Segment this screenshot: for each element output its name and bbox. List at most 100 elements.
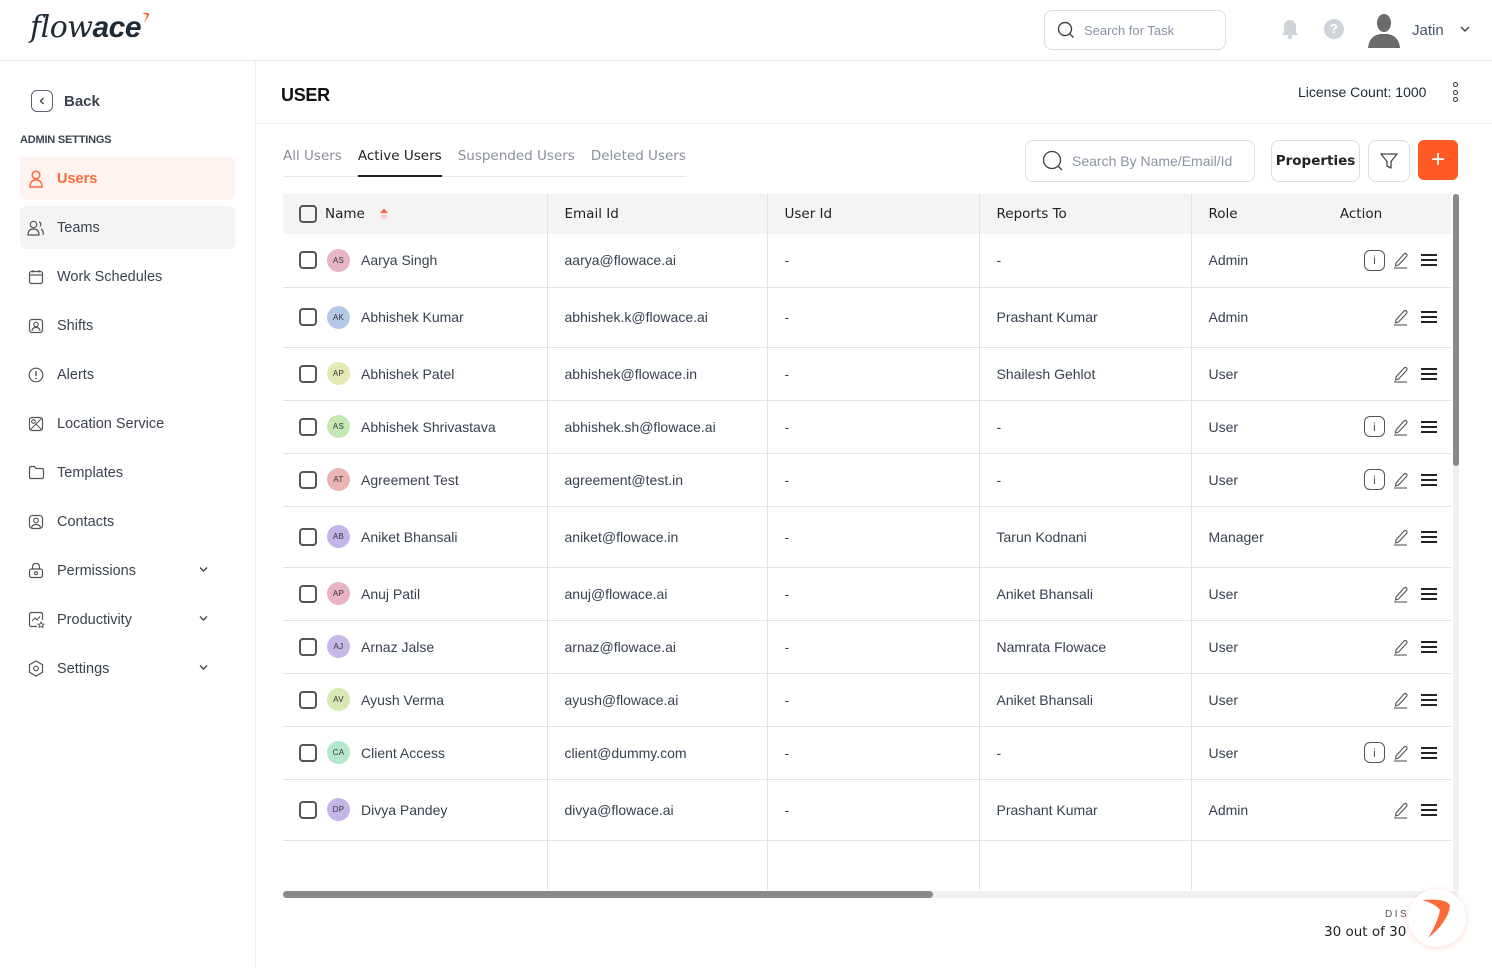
user-name[interactable]: Agreement Test <box>361 472 459 488</box>
column-name[interactable]: Name <box>283 194 548 234</box>
user-name[interactable]: Aniket Bhansali <box>361 529 458 545</box>
edit-icon[interactable] <box>1393 691 1409 709</box>
row-checkbox[interactable] <box>299 584 317 603</box>
user-name[interactable]: Jatin <box>1412 22 1444 39</box>
user-search-input[interactable] <box>1072 153 1252 169</box>
help-icon[interactable]: ? <box>1324 19 1344 39</box>
more-options-icon[interactable] <box>1451 82 1459 102</box>
row-checkbox[interactable] <box>299 527 317 546</box>
vertical-scrollbar[interactable] <box>1453 194 1459 890</box>
table-row[interactable]: AJ Arnaz Jalse arnaz@flowace.ai - Namrata Fl… <box>283 620 1451 674</box>
scroll-thumb[interactable] <box>283 891 933 898</box>
sidebar-item-shifts[interactable]: Shifts <box>20 304 235 347</box>
drag-menu-icon[interactable] <box>1421 587 1437 600</box>
table-row[interactable]: AB Aniket Bhansali aniket@flowace.in - Tarun… <box>283 506 1451 568</box>
table-row[interactable]: AK Abhishek Kumar abhishek.k@flowace.ai - Pr… <box>283 287 1451 348</box>
drag-menu-icon[interactable] <box>1421 420 1437 433</box>
flowace-assistant-button[interactable] <box>1408 889 1466 947</box>
table-row[interactable]: AS Aarya Singh aarya@flowace.ai - - Admin i <box>283 234 1451 288</box>
add-user-button[interactable]: + <box>1418 140 1458 180</box>
row-checkbox[interactable] <box>299 743 317 762</box>
bell-icon[interactable] <box>1280 18 1300 40</box>
info-icon[interactable]: i <box>1364 249 1385 271</box>
drag-menu-icon[interactable] <box>1421 530 1437 543</box>
sidebar-item-location-service[interactable]: Location Service <box>20 402 235 445</box>
table-row[interactable]: AV Ayush Verma ayush@flowace.ai - Aniket Bha… <box>283 673 1451 727</box>
name-cell: AB Aniket Bhansali <box>283 506 548 568</box>
table-row[interactable]: AT Agreement Test agreement@test.in - - User i <box>283 453 1451 507</box>
horizontal-scrollbar[interactable] <box>283 891 1458 898</box>
task-search-input[interactable] <box>1084 22 1214 38</box>
drag-menu-icon[interactable] <box>1421 311 1437 323</box>
edit-icon[interactable] <box>1393 418 1409 436</box>
properties-button[interactable]: Properties <box>1271 140 1360 182</box>
sort-icon[interactable] <box>379 207 389 221</box>
user-name[interactable]: Abhishek Kumar <box>361 309 464 325</box>
drag-menu-icon[interactable] <box>1421 640 1437 653</box>
drag-menu-icon[interactable] <box>1421 473 1437 486</box>
row-checkbox[interactable] <box>299 690 317 709</box>
tab-suspended-users[interactable]: Suspended Users <box>458 145 575 177</box>
user-name[interactable]: Anuj Patil <box>361 586 420 602</box>
user-name[interactable]: Client Access <box>361 745 445 761</box>
drag-menu-icon[interactable] <box>1421 367 1437 380</box>
info-icon[interactable]: i <box>1364 742 1385 763</box>
sidebar-item-templates[interactable]: Templates <box>20 451 235 494</box>
flowace-logo-icon <box>1422 899 1450 938</box>
sidebar-item-contacts[interactable]: Contacts <box>20 500 235 543</box>
table-row[interactable]: AP Abhishek Patel abhishek@flowace.in - Shai… <box>283 347 1451 401</box>
tab-all-users[interactable]: All Users <box>283 145 342 177</box>
flowace-logo[interactable]: flowace <box>30 10 150 45</box>
user-name[interactable]: Abhishek Patel <box>361 366 454 382</box>
edit-icon[interactable] <box>1393 365 1409 383</box>
row-checkbox[interactable] <box>299 364 317 383</box>
edit-icon[interactable] <box>1393 585 1409 603</box>
tab-active-users[interactable]: Active Users <box>357 145 442 177</box>
user-name[interactable]: Ayush Verma <box>361 692 444 708</box>
info-icon[interactable]: i <box>1364 469 1385 490</box>
user-name[interactable]: Arnaz Jalse <box>361 639 434 655</box>
sidebar-item-users[interactable]: Users <box>20 157 235 200</box>
user-search[interactable] <box>1025 140 1255 182</box>
drag-menu-icon[interactable] <box>1421 693 1437 706</box>
row-checkbox[interactable] <box>299 637 317 656</box>
edit-icon[interactable] <box>1393 471 1409 489</box>
select-all-checkbox[interactable] <box>299 205 317 223</box>
chevron-down-icon[interactable] <box>1459 23 1471 35</box>
drag-menu-icon[interactable] <box>1421 746 1437 759</box>
edit-icon[interactable] <box>1393 251 1409 269</box>
row-checkbox[interactable] <box>299 417 317 436</box>
edit-icon[interactable] <box>1393 528 1409 546</box>
row-checkbox[interactable] <box>299 470 317 489</box>
edit-icon[interactable] <box>1393 801 1409 819</box>
tab-deleted-users[interactable]: Deleted Users <box>591 145 686 177</box>
sidebar-item-work-schedules[interactable]: Work Schedules <box>20 255 235 298</box>
info-icon[interactable]: i <box>1364 416 1385 437</box>
sidebar-item-settings[interactable]: Settings <box>20 647 235 690</box>
sidebar-item-teams[interactable]: Teams <box>20 206 235 249</box>
sidebar-item-productivity[interactable]: Productivity <box>20 598 235 641</box>
row-checkbox[interactable] <box>299 251 317 270</box>
user-name[interactable]: Divya Pandey <box>361 802 447 818</box>
task-search[interactable] <box>1044 10 1226 50</box>
drag-menu-icon[interactable] <box>1421 803 1437 816</box>
user-avatar-icon[interactable] <box>1366 12 1402 48</box>
role-action-cell: Admin <box>1191 779 1451 841</box>
edit-icon[interactable] <box>1393 308 1409 326</box>
filter-button[interactable] <box>1368 140 1410 182</box>
table-row[interactable]: AS Abhishek Shrivastava abhishek.sh@flowac… <box>283 400 1451 454</box>
sidebar-item-alerts[interactable]: Alerts <box>20 353 235 396</box>
row-checkbox[interactable] <box>299 800 317 819</box>
user-name[interactable]: Abhishek Shrivastava <box>361 419 496 435</box>
table-row[interactable]: DP Divya Pandey divya@flowace.ai - Prashant … <box>283 779 1451 841</box>
drag-menu-icon[interactable] <box>1421 254 1437 267</box>
row-checkbox[interactable] <box>299 308 317 326</box>
table-row[interactable]: AP Anuj Patil anuj@flowace.ai - Aniket Bhans… <box>283 567 1451 621</box>
back-button[interactable]: Back <box>31 90 100 112</box>
edit-icon[interactable] <box>1393 744 1409 762</box>
scroll-thumb[interactable] <box>1453 194 1459 466</box>
table-row[interactable]: CA Client Access client@dummy.com - - User i <box>283 726 1451 780</box>
sidebar-item-permissions[interactable]: Permissions <box>20 549 235 592</box>
edit-icon[interactable] <box>1393 638 1409 656</box>
user-name[interactable]: Aarya Singh <box>361 252 437 268</box>
